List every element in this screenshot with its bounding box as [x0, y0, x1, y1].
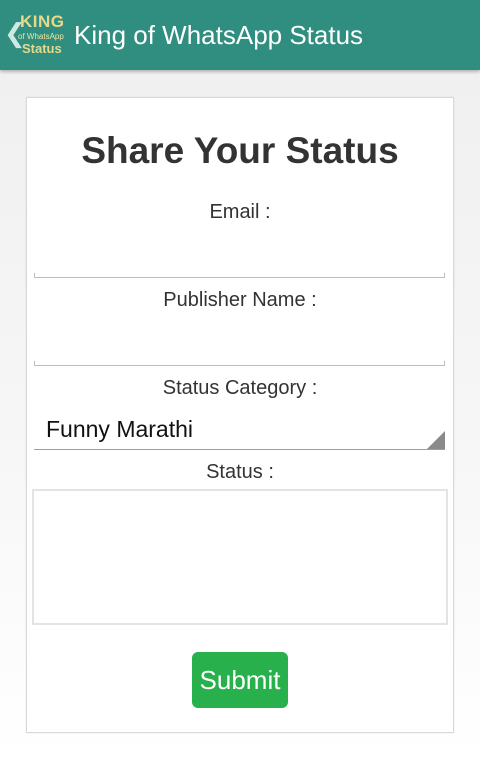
page-heading: Share Your Status [81, 130, 399, 171]
status-category-value: Funny Marathi [46, 416, 194, 442]
submit-button[interactable]: Submit [192, 652, 288, 708]
status-label: Status : [206, 461, 274, 483]
publisher-field-edge-left [34, 361, 35, 366]
app-logo[interactable]: KING of WhatsApp Status [18, 12, 68, 58]
email-field-edge-right [444, 273, 445, 278]
email-label: Email : [209, 201, 271, 223]
app-bar: ❮ KING of WhatsApp Status King of WhatsA… [0, 0, 480, 70]
email-field-edge-left [34, 273, 35, 278]
logo-text-of-whatsapp: of WhatsApp [18, 32, 64, 41]
status-category-label: Status Category : [162, 377, 318, 399]
logo-text-king: KING [20, 12, 65, 31]
email-field[interactable] [34, 248, 445, 278]
status-category-select[interactable]: Funny Marathi [34, 410, 445, 450]
publisher-field-edge-right [444, 361, 445, 366]
dropdown-corner-icon [427, 431, 445, 449]
logo-text-status: Status [22, 41, 62, 56]
status-textarea[interactable] [32, 489, 448, 625]
back-chevron-icon[interactable]: ❮ [4, 18, 26, 48]
publisher-name-field[interactable] [34, 336, 445, 366]
app-title: King of WhatsApp Status [74, 20, 364, 50]
publisher-name-label: Publisher Name : [163, 289, 317, 311]
